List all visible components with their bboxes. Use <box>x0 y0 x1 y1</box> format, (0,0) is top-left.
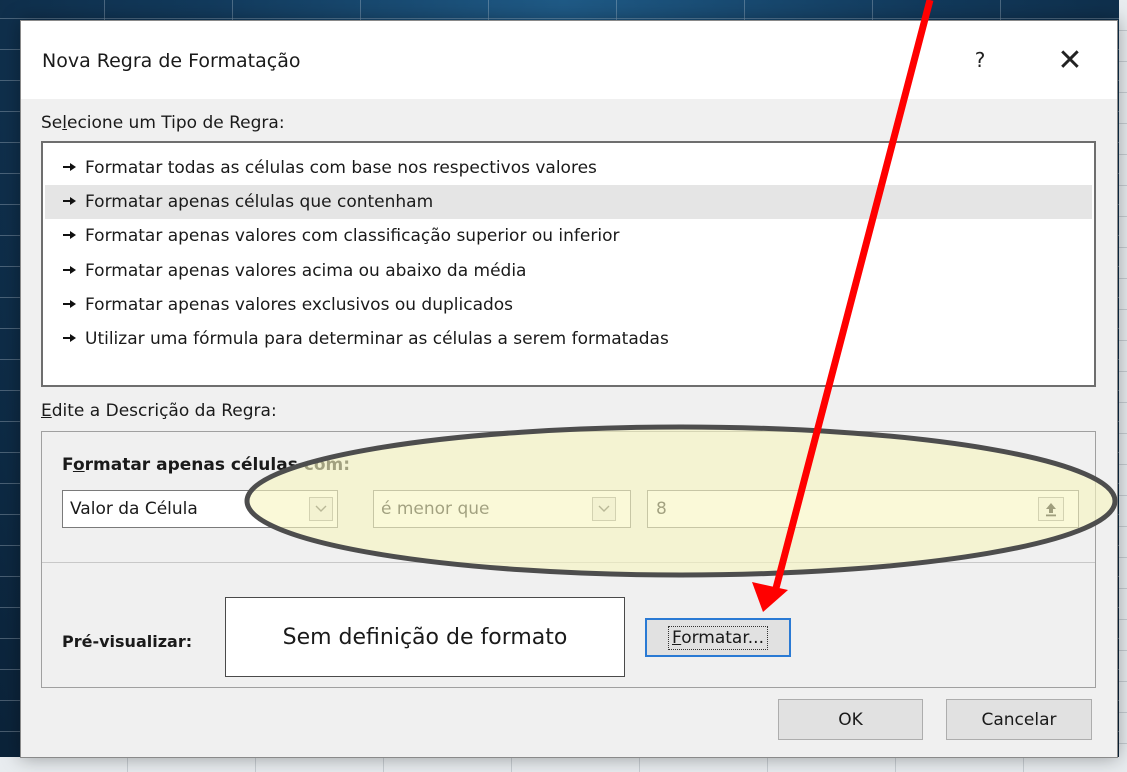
preview-label: Pré-visualizar: <box>62 632 193 651</box>
rule-type-item[interactable]: Formatar apenas valores acima ou abaixo … <box>45 254 1092 288</box>
rule-type-item-label: Formatar apenas valores exclusivos ou du… <box>85 294 514 315</box>
rule-type-item-label: Formatar apenas valores acima ou abaixo … <box>85 260 527 281</box>
rule-description-label: Edite a Descrição da Regra: <box>41 401 277 421</box>
rule-description-panel: Formatar apenas células com: Valor da Cé… <box>41 431 1096 688</box>
panel-divider <box>42 562 1095 563</box>
help-button[interactable]: ? <box>963 43 997 77</box>
cancel-button[interactable]: Cancelar <box>946 699 1092 740</box>
field-select-value: Valor da Célula <box>70 499 198 519</box>
collapse-dialog-button[interactable] <box>1038 497 1064 521</box>
ok-button[interactable]: OK <box>778 699 923 740</box>
value-input[interactable]: 8 <box>647 490 1079 528</box>
preview-text: Sem definição de formato <box>282 624 568 650</box>
dialog-titlebar: Nova Regra de Formatação ? ✕ <box>21 21 1117 99</box>
close-icon: ✕ <box>1057 42 1083 78</box>
rule-type-item[interactable]: Utilizar uma fórmula para determinar as … <box>45 322 1092 356</box>
rule-type-item-label: Formatar apenas valores com classificaçã… <box>85 226 620 247</box>
format-button-label: Formatar... <box>668 625 768 650</box>
spreadsheet-edge-bottom <box>0 757 1127 772</box>
field-select-dropdown[interactable] <box>309 497 333 521</box>
arrow-bullet-icon <box>63 194 79 210</box>
new-formatting-rule-dialog: Nova Regra de Formatação ? ✕ Selecione u… <box>20 20 1118 758</box>
preview-box: Sem definição de formato <box>225 597 625 677</box>
spreadsheet-edge-right <box>1119 0 1127 772</box>
chevron-down-icon <box>598 505 610 512</box>
rule-type-item[interactable]: Formatar apenas valores com classificaçã… <box>45 219 1092 253</box>
arrow-bullet-icon <box>63 160 79 176</box>
arrow-bullet-icon <box>63 263 79 279</box>
rule-type-item[interactable]: Formatar todas as células com base nos r… <box>45 151 1092 185</box>
format-button[interactable]: Formatar... <box>645 618 791 657</box>
rule-type-item-label: Formatar todas as células com base nos r… <box>85 158 597 178</box>
operator-select-dropdown[interactable] <box>592 497 616 521</box>
arrow-bullet-icon <box>63 331 79 347</box>
collapse-dialog-icon <box>1046 503 1056 517</box>
arrow-bullet-icon <box>63 228 79 244</box>
operator-select-value: é menor que <box>381 499 490 519</box>
rule-type-item[interactable]: Formatar apenas valores exclusivos ou du… <box>45 288 1092 322</box>
close-button[interactable]: ✕ <box>1049 41 1091 79</box>
field-select[interactable]: Valor da Célula <box>62 490 338 528</box>
condition-label: Formatar apenas células com: <box>62 455 351 475</box>
operator-select[interactable]: é menor que <box>373 490 631 528</box>
arrow-bullet-icon <box>63 297 79 313</box>
help-icon: ? <box>974 48 986 72</box>
value-input-text: 8 <box>656 499 667 519</box>
rule-type-item[interactable]: Formatar apenas células que contenham <box>45 185 1092 220</box>
rule-type-list[interactable]: Formatar todas as células com base nos r… <box>41 141 1096 387</box>
rule-type-item-label: Formatar apenas células que contenham <box>85 192 434 213</box>
rule-type-item-label: Utilizar uma fórmula para determinar as … <box>85 329 669 349</box>
rule-type-label: Selecione um Tipo de Regra: <box>41 113 285 133</box>
dialog-title: Nova Regra de Formatação <box>42 50 301 72</box>
chevron-down-icon <box>315 505 327 512</box>
